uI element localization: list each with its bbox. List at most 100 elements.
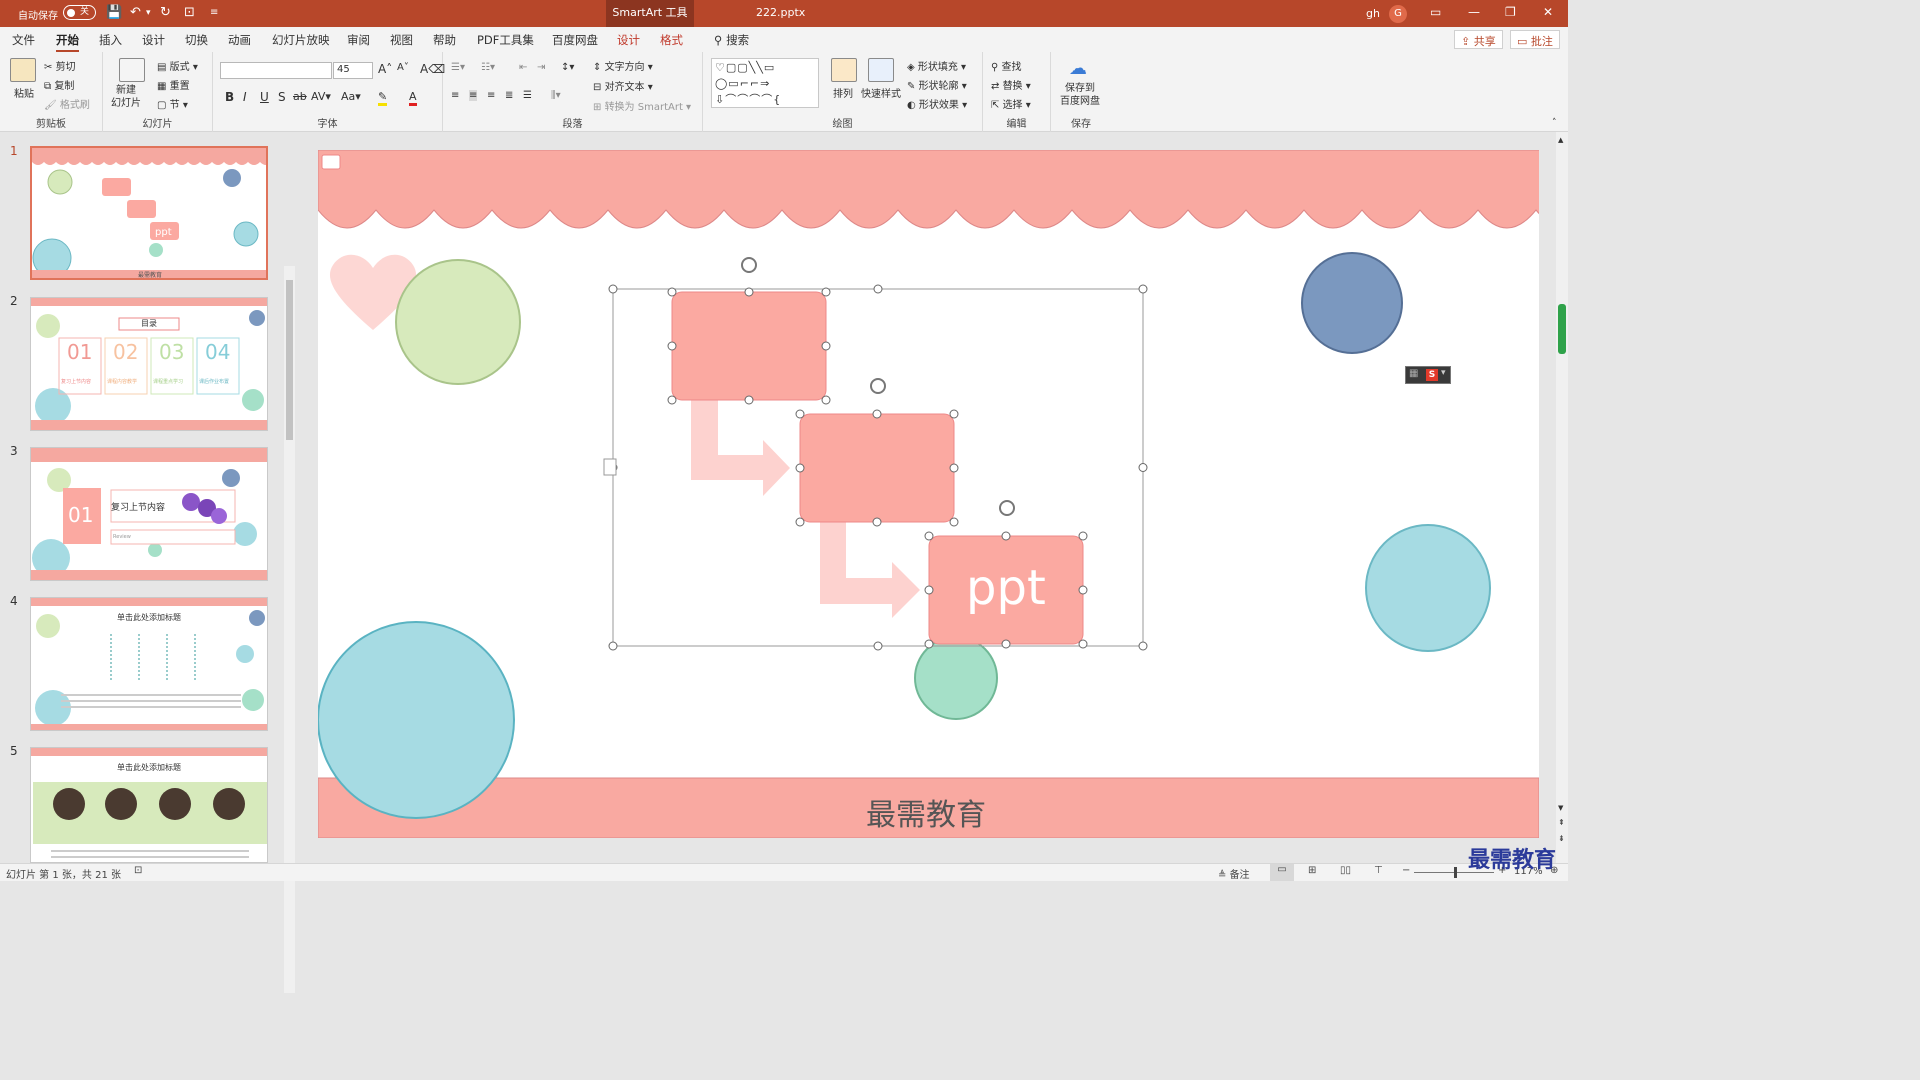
close-icon[interactable]: ✕ — [1543, 5, 1553, 19]
slide-thumbnail-1[interactable]: ppt 最需教育 — [30, 146, 268, 280]
paste-icon[interactable] — [10, 58, 36, 82]
new-slide-icon[interactable] — [119, 58, 145, 82]
user-name[interactable]: gh — [1366, 7, 1380, 20]
slide-sorter-icon[interactable]: ⊞ — [1308, 865, 1316, 876]
resize-handle[interactable] — [667, 395, 677, 405]
resize-handle[interactable] — [872, 517, 882, 527]
reset-button[interactable]: ▦ 重置 — [157, 77, 190, 92]
comment-marker-icon[interactable] — [321, 154, 341, 170]
font-name-select[interactable] — [220, 62, 332, 79]
thumbnail-scrollbar[interactable] — [284, 266, 295, 993]
bold-icon[interactable]: B — [225, 90, 234, 104]
redo-icon[interactable]: ↻ — [160, 5, 171, 21]
convert-smartart-button[interactable]: ⊞ 转换为 SmartArt ▾ — [593, 98, 691, 113]
resize-handle[interactable] — [949, 463, 959, 473]
slide-thumbnail-4[interactable]: 单击此处添加标题 — [30, 597, 268, 731]
tab-pdf-tools[interactable]: PDF工具集 — [477, 32, 534, 48]
notes-button[interactable]: ≜ 备注 — [1218, 866, 1250, 881]
strikethrough-icon[interactable]: ab — [293, 90, 307, 103]
quick-styles-icon[interactable] — [868, 58, 894, 82]
new-slide-button[interactable]: 新建 幻灯片 — [111, 84, 141, 110]
increase-indent-icon[interactable]: ⇥ — [537, 62, 545, 73]
normal-view-icon[interactable]: ▭ — [1270, 864, 1294, 881]
comment-button[interactable]: ▭ 批注 — [1510, 30, 1560, 49]
arrange-icon[interactable] — [831, 58, 857, 82]
font-size-select[interactable]: 45 — [333, 62, 373, 79]
align-right-icon[interactable]: ≡ — [487, 90, 495, 101]
line-spacing-icon[interactable]: ↕▾ — [561, 62, 574, 73]
slide-footer-text[interactable]: 最需教育 — [866, 790, 986, 834]
resize-handle[interactable] — [873, 641, 883, 651]
shape-effects-button[interactable]: ◐ 形状效果 ▾ — [907, 96, 967, 111]
text-direction-button[interactable]: ⇕ 文字方向 ▾ — [593, 58, 653, 73]
cut-button[interactable]: ✂ 剪切 — [44, 58, 76, 73]
resize-handle[interactable] — [667, 341, 677, 351]
scroll-down-icon[interactable]: ▼ — [1558, 804, 1563, 812]
reading-view-icon[interactable]: ▯▯ — [1340, 865, 1351, 876]
font-color-icon[interactable]: A — [409, 90, 417, 106]
resize-handle[interactable] — [1001, 639, 1011, 649]
accessibility-icon[interactable]: ⊡ — [134, 865, 142, 876]
section-button[interactable]: ▢ 节 ▾ — [157, 96, 188, 111]
resize-handle[interactable] — [667, 287, 677, 297]
resize-handle[interactable] — [795, 517, 805, 527]
ime-toolbar[interactable]: ▦ S ▾ — [1405, 366, 1451, 384]
slide-scroll-thumb[interactable] — [1558, 304, 1566, 354]
resize-handle[interactable] — [795, 463, 805, 473]
undo-icon[interactable]: ↶ — [130, 5, 141, 21]
tab-animations[interactable]: 动画 — [228, 32, 251, 48]
layout-button[interactable]: ▤ 版式 ▾ — [157, 58, 198, 73]
resize-handle[interactable] — [744, 395, 754, 405]
highlight-icon[interactable]: ✎ — [378, 90, 388, 106]
save-to-baidu-button[interactable]: 保存到 百度网盘 — [1060, 82, 1100, 108]
tab-file[interactable]: 文件 — [12, 32, 35, 48]
resize-handle[interactable] — [924, 639, 934, 649]
arrange-button[interactable]: 排列 — [833, 85, 853, 100]
find-button[interactable]: ⚲ 查找 — [991, 58, 1022, 73]
zoom-out-icon[interactable]: − — [1402, 865, 1410, 876]
slideshow-icon[interactable]: ⊤ — [1374, 865, 1383, 876]
restore-icon[interactable]: ❐ — [1505, 5, 1516, 19]
columns-icon[interactable]: ⫼▾ — [551, 90, 561, 101]
baidu-cloud-icon[interactable]: ☁ — [1069, 58, 1087, 79]
tab-smartart-format[interactable]: 格式 — [660, 32, 683, 48]
resize-handle[interactable] — [821, 341, 831, 351]
resize-handle[interactable] — [873, 284, 883, 294]
align-left-icon[interactable]: ≡ — [451, 90, 459, 101]
change-case-icon[interactable]: Aa▾ — [341, 90, 361, 103]
resize-handle[interactable] — [949, 517, 959, 527]
resize-handle[interactable] — [924, 585, 934, 595]
italic-icon[interactable]: I — [243, 90, 247, 104]
tab-smartart-design[interactable]: 设计 — [617, 32, 640, 48]
resize-handle[interactable] — [949, 409, 959, 419]
grow-font-icon[interactable]: A˄ — [378, 62, 392, 76]
slide-thumbnail-5[interactable]: 单击此处添加标题 — [30, 747, 268, 863]
resize-handle[interactable] — [1078, 531, 1088, 541]
select-button[interactable]: ⇱ 选择 ▾ — [991, 96, 1031, 111]
replace-button[interactable]: ⇄ 替换 ▾ — [991, 77, 1031, 92]
tab-design[interactable]: 设计 — [142, 32, 165, 48]
resize-handle[interactable] — [608, 641, 618, 651]
save-icon[interactable]: 💾 — [106, 5, 122, 21]
box-3-text[interactable]: ppt — [966, 560, 1046, 616]
zoom-slider-thumb[interactable] — [1454, 867, 1457, 878]
resize-handle[interactable] — [821, 287, 831, 297]
resize-handle[interactable] — [1138, 463, 1148, 472]
share-button[interactable]: ⇪ 共享 — [1454, 30, 1503, 49]
search-box[interactable]: ⚲ 搜索 — [714, 32, 749, 48]
thumbnail-scroll-thumb[interactable] — [286, 280, 293, 440]
shape-outline-button[interactable]: ✎ 形状轮廓 ▾ — [907, 77, 967, 92]
shape-fill-button[interactable]: ◈ 形状填充 ▾ — [907, 58, 966, 73]
resize-handle[interactable] — [1138, 284, 1148, 294]
tab-insert[interactable]: 插入 — [99, 32, 122, 48]
resize-handle[interactable] — [1078, 585, 1088, 595]
tab-view[interactable]: 视图 — [390, 32, 413, 48]
customize-qat-icon[interactable]: ≡ — [210, 5, 218, 21]
shapes-gallery[interactable]: ♡▢▢╲╲▭ ◯▭⌐⌐⇒ ⇩⌒⌒⌒⌒{ — [711, 58, 819, 108]
process-box-1[interactable] — [671, 291, 827, 401]
shadow-icon[interactable]: S — [278, 90, 286, 104]
slide-thumbnail-2[interactable]: 目录 01 02 03 04 复习上节内容 课程内容教学 课程重点学习 课后作业… — [30, 297, 268, 431]
slide-thumbnail-3[interactable]: 01 复习上节内容 Review — [30, 447, 268, 581]
minimize-icon[interactable]: — — [1468, 5, 1480, 19]
slide-scrollbar[interactable]: ▲ ▼ ⇞ ⇟ — [1556, 132, 1568, 863]
